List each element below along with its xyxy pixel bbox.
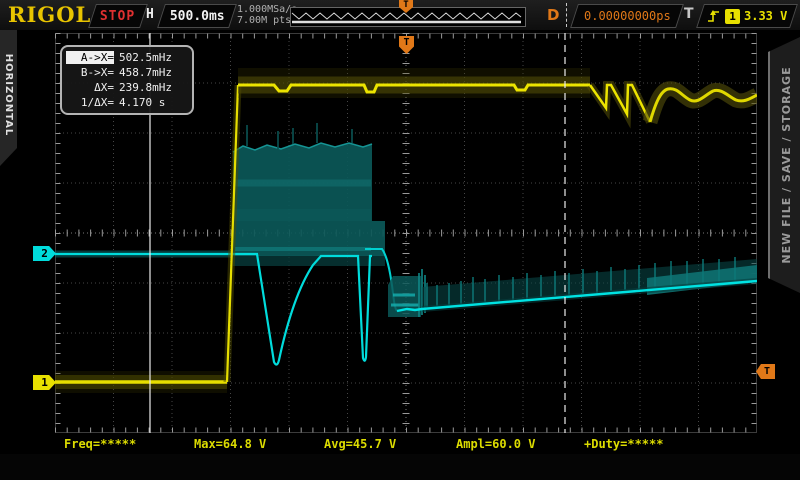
measure-max: Max=64.8 V — [194, 437, 267, 451]
run-status: STOP — [100, 8, 136, 24]
rising-edge-icon — [708, 10, 720, 22]
tab-storage-menu[interactable]: NEW FILE / SAVE / STORAGE — [768, 36, 800, 294]
cursor-dx-value: 239.8mHz — [119, 81, 172, 94]
cursor-bx-label: B->X= — [80, 66, 114, 79]
cursor-ax-label: A->X= — [66, 51, 114, 64]
timebase-value: 500.0ms — [169, 8, 225, 24]
sample-rate: 1.000MSa/s — [237, 4, 298, 15]
delay-value: 0.00000000ps — [583, 9, 671, 23]
ch2-ground-marker[interactable]: 2 — [33, 246, 56, 261]
tab-horizontal-label: HORIZONTAL — [3, 53, 14, 137]
measure-avg: Avg=45.7 V — [324, 437, 397, 451]
trigger-section-label: T — [684, 6, 694, 22]
ch1-ground-marker[interactable]: 1 — [33, 375, 56, 390]
run-status-box: STOP — [88, 4, 148, 28]
cursor-ax-value: 502.5mHz — [119, 51, 172, 64]
channel-status-bar: 1 10.0 V 2 100 V — [0, 454, 800, 480]
brand-logo: RIGOL — [8, 2, 92, 27]
cursor-inv-dx-value: 4.170 s — [119, 96, 166, 109]
timebase-box[interactable]: 500.0ms — [157, 4, 237, 28]
tab-storage-label: NEW FILE / SAVE / STORAGE — [780, 66, 793, 264]
trigger-level-marker[interactable]: T — [756, 364, 775, 379]
cursor-bx-value: 458.7mHz — [119, 66, 172, 79]
trigger-level-value: 3.33 V — [744, 9, 788, 23]
delay-label: D — [547, 6, 560, 24]
cursor-dx-label: ΔX= — [94, 81, 114, 94]
trigger-info-box[interactable]: 1 3.33 V — [696, 4, 798, 28]
delay-box: 0.00000000ps — [570, 4, 684, 28]
top-status-bar: RIGOL STOP H 500.0ms 1.000MSa/s 7.00M pt… — [0, 0, 800, 30]
cursor-measurement-box: A->X= 502.5mHz B->X= 458.7mHz ΔX= 239.8mHz … — [60, 45, 194, 115]
measure-duty: +Duty=***** — [584, 437, 664, 451]
memory-depth: 7.00M pts — [237, 15, 292, 26]
acquisition-info: 1.000MSa/s 7.00M pts — [237, 4, 297, 26]
measure-ampl: Ampl=60.0 V — [456, 437, 536, 451]
oscilloscope-screen: RIGOL STOP H 500.0ms 1.000MSa/s 7.00M pt… — [0, 0, 800, 480]
tab-horizontal-menu[interactable]: HORIZONTAL — [0, 30, 17, 166]
cursor-inv-dx-label: 1/ΔX= — [80, 96, 114, 109]
trigger-source-badge: 1 — [725, 8, 741, 24]
measure-freq: Freq=***** — [64, 437, 137, 451]
delay-separator — [566, 3, 567, 27]
horizontal-label: H — [146, 7, 154, 22]
